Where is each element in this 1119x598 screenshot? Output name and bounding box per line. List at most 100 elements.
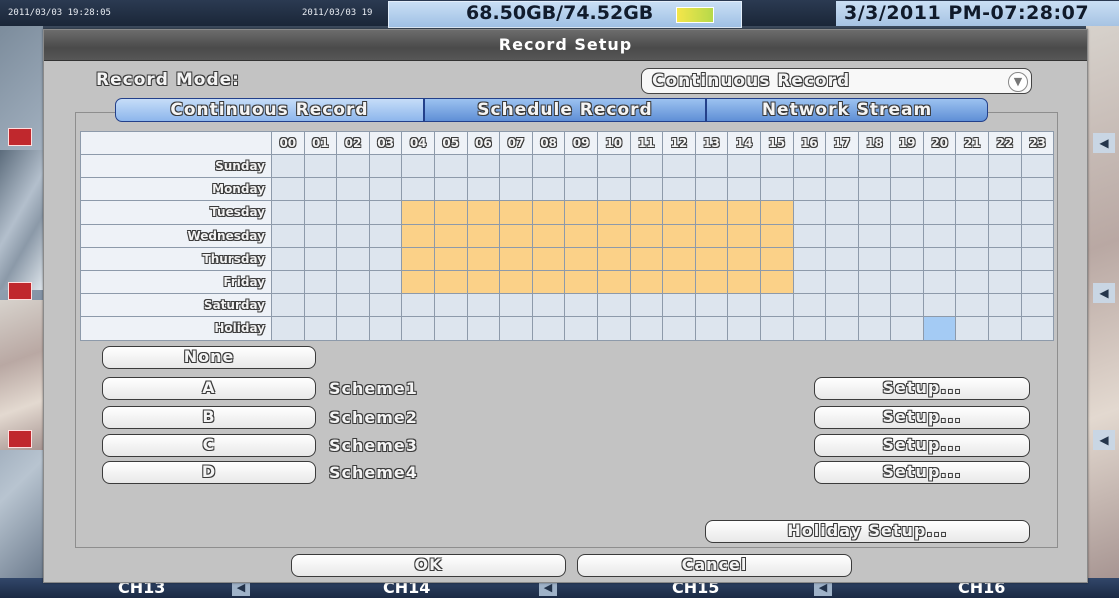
empty-slot[interactable] xyxy=(922,269,957,295)
empty-slot[interactable] xyxy=(531,177,566,202)
empty-slot[interactable] xyxy=(857,269,892,295)
continuous-slot[interactable] xyxy=(694,200,729,225)
empty-slot[interactable] xyxy=(1020,316,1055,341)
empty-slot[interactable] xyxy=(466,153,501,179)
continuous-slot[interactable] xyxy=(433,269,468,295)
empty-slot[interactable] xyxy=(759,293,794,318)
empty-slot[interactable] xyxy=(662,316,696,341)
scheme-b-button[interactable]: B xyxy=(102,406,316,429)
empty-slot[interactable] xyxy=(271,153,305,179)
scheme-4-setup-button[interactable]: Setup... xyxy=(814,461,1030,484)
continuous-slot[interactable] xyxy=(401,246,435,271)
continuous-slot[interactable] xyxy=(499,223,533,248)
empty-slot[interactable] xyxy=(890,246,924,271)
empty-slot[interactable] xyxy=(336,269,370,295)
continuous-slot[interactable] xyxy=(564,223,598,248)
empty-slot[interactable] xyxy=(336,316,370,341)
empty-slot[interactable] xyxy=(955,246,990,271)
continuous-slot[interactable] xyxy=(564,200,598,225)
continuous-slot[interactable] xyxy=(401,200,435,225)
empty-slot[interactable] xyxy=(857,223,892,248)
continuous-slot[interactable] xyxy=(466,246,501,271)
empty-slot[interactable] xyxy=(368,269,403,295)
empty-slot[interactable] xyxy=(596,153,631,179)
continuous-slot[interactable] xyxy=(727,200,761,225)
empty-slot[interactable] xyxy=(694,153,729,179)
empty-slot[interactable] xyxy=(727,293,761,318)
continuous-slot[interactable] xyxy=(759,246,794,271)
empty-slot[interactable] xyxy=(1020,177,1055,202)
scheme-2-setup-button[interactable]: Setup... xyxy=(814,406,1030,429)
continuous-slot[interactable] xyxy=(596,200,631,225)
continuous-slot[interactable] xyxy=(466,200,501,225)
empty-slot[interactable] xyxy=(988,293,1022,318)
continuous-slot[interactable] xyxy=(662,223,696,248)
empty-slot[interactable] xyxy=(596,316,631,341)
record-mode-select[interactable]: Continuous Record ▼ xyxy=(641,68,1032,94)
continuous-slot[interactable] xyxy=(662,246,696,271)
empty-slot[interactable] xyxy=(271,246,305,271)
empty-slot[interactable] xyxy=(988,246,1022,271)
tab-network-stream[interactable]: Network Stream xyxy=(706,98,988,122)
empty-slot[interactable] xyxy=(857,177,892,202)
empty-slot[interactable] xyxy=(988,316,1022,341)
continuous-slot[interactable] xyxy=(727,269,761,295)
empty-slot[interactable] xyxy=(303,153,338,179)
speaker-icon[interactable]: ◀ xyxy=(1093,283,1115,303)
empty-slot[interactable] xyxy=(922,293,957,318)
empty-slot[interactable] xyxy=(825,293,859,318)
continuous-slot[interactable] xyxy=(629,269,664,295)
empty-slot[interactable] xyxy=(792,153,827,179)
empty-slot[interactable] xyxy=(433,316,468,341)
empty-slot[interactable] xyxy=(271,223,305,248)
continuous-slot[interactable] xyxy=(629,200,664,225)
empty-slot[interactable] xyxy=(759,177,794,202)
empty-slot[interactable] xyxy=(499,293,533,318)
scheme-c-button[interactable]: C xyxy=(102,434,316,457)
empty-slot[interactable] xyxy=(792,246,827,271)
continuous-slot[interactable] xyxy=(499,246,533,271)
empty-slot[interactable] xyxy=(857,246,892,271)
empty-slot[interactable] xyxy=(336,223,370,248)
empty-slot[interactable] xyxy=(792,177,827,202)
empty-slot[interactable] xyxy=(792,293,827,318)
ok-button[interactable]: OK xyxy=(291,554,566,577)
continuous-slot[interactable] xyxy=(401,223,435,248)
empty-slot[interactable] xyxy=(564,177,598,202)
continuous-slot[interactable] xyxy=(433,246,468,271)
continuous-slot[interactable] xyxy=(499,200,533,225)
empty-slot[interactable] xyxy=(368,200,403,225)
tab-continuous-record[interactable]: Continuous Record xyxy=(115,98,424,122)
empty-slot[interactable] xyxy=(857,200,892,225)
empty-slot[interactable] xyxy=(1020,269,1055,295)
continuous-slot[interactable] xyxy=(759,223,794,248)
empty-slot[interactable] xyxy=(629,316,664,341)
empty-slot[interactable] xyxy=(922,153,957,179)
empty-slot[interactable] xyxy=(825,269,859,295)
empty-slot[interactable] xyxy=(271,200,305,225)
empty-slot[interactable] xyxy=(922,177,957,202)
tab-schedule-record[interactable]: Schedule Record xyxy=(424,98,706,122)
empty-slot[interactable] xyxy=(336,200,370,225)
empty-slot[interactable] xyxy=(1020,293,1055,318)
empty-slot[interactable] xyxy=(922,246,957,271)
empty-slot[interactable] xyxy=(988,153,1022,179)
empty-slot[interactable] xyxy=(890,316,924,341)
continuous-slot[interactable] xyxy=(531,269,566,295)
empty-slot[interactable] xyxy=(336,246,370,271)
continuous-slot[interactable] xyxy=(433,200,468,225)
empty-slot[interactable] xyxy=(433,293,468,318)
continuous-slot[interactable] xyxy=(727,246,761,271)
empty-slot[interactable] xyxy=(727,153,761,179)
empty-slot[interactable] xyxy=(694,316,729,341)
continuous-slot[interactable] xyxy=(596,269,631,295)
holiday-slot[interactable] xyxy=(922,316,957,341)
continuous-slot[interactable] xyxy=(401,269,435,295)
continuous-slot[interactable] xyxy=(531,223,566,248)
empty-slot[interactable] xyxy=(922,223,957,248)
empty-slot[interactable] xyxy=(792,316,827,341)
empty-slot[interactable] xyxy=(890,269,924,295)
empty-slot[interactable] xyxy=(368,316,403,341)
empty-slot[interactable] xyxy=(988,200,1022,225)
empty-slot[interactable] xyxy=(955,269,990,295)
